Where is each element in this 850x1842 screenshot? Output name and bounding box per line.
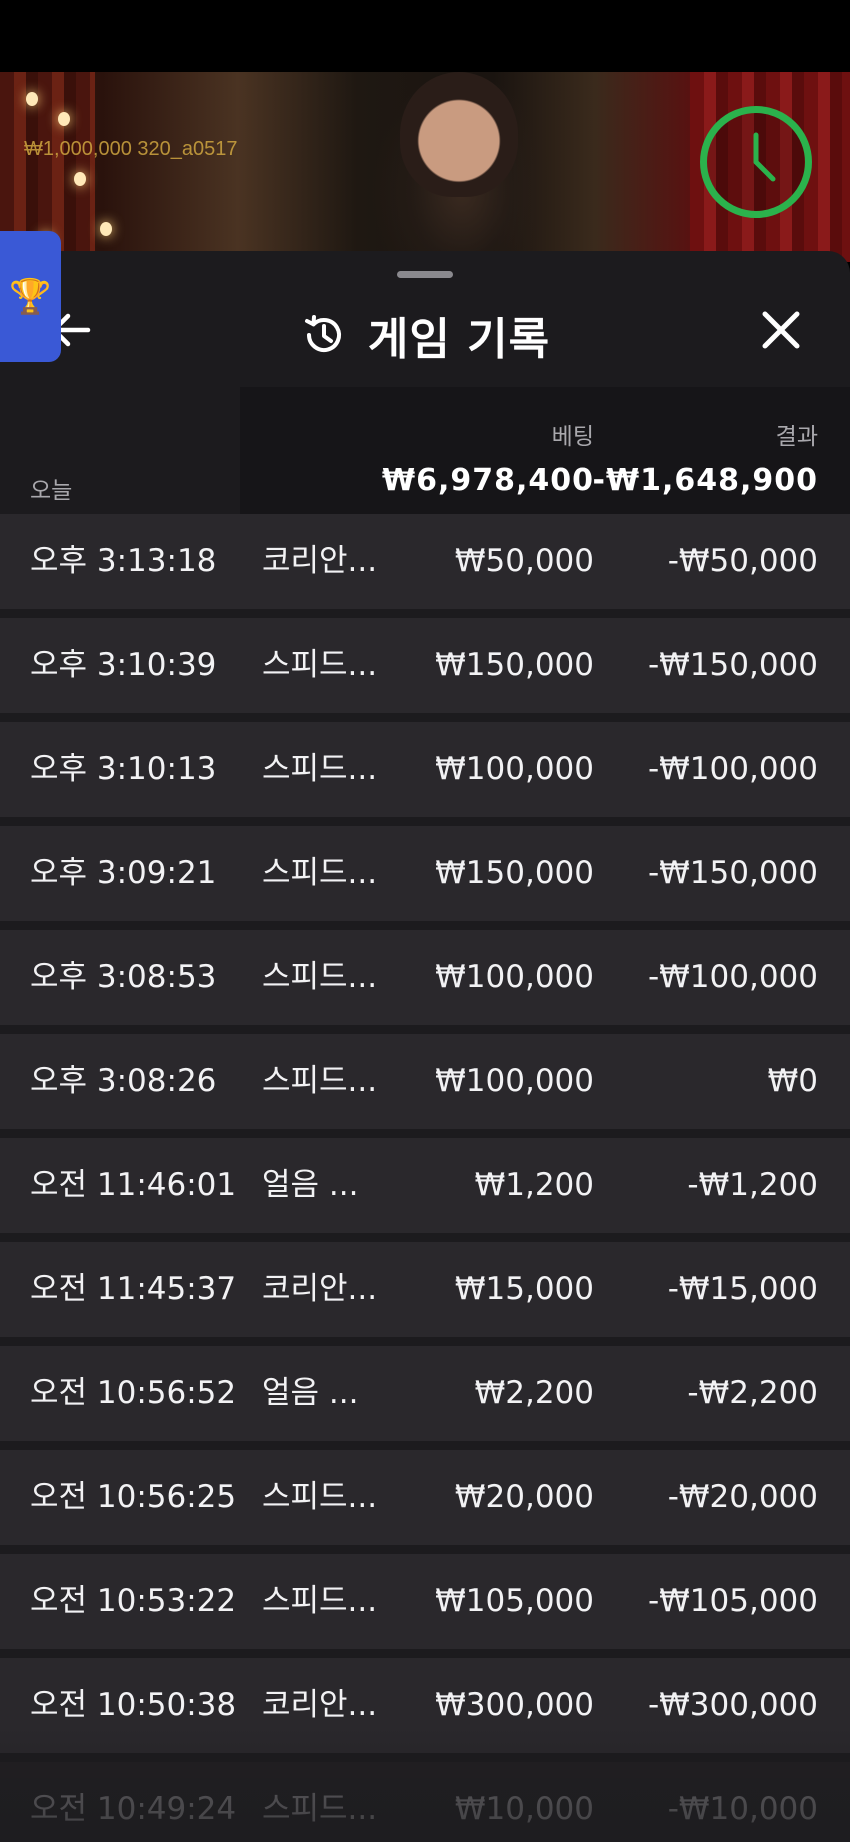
row-bet-amount: ₩150,000 [435, 647, 594, 683]
row-game-name: 스피드... [262, 855, 378, 891]
history-row[interactable]: 오후 3:13:18 코리안... ₩50,000 -₩50,000 [0, 514, 850, 609]
history-row[interactable]: 오전 10:50:38 코리안... ₩300,000 -₩300,000 [0, 1658, 850, 1753]
row-game-name: 스피드... [262, 959, 378, 995]
light-bulb [100, 222, 112, 236]
row-result-amount: ₩0 [767, 1063, 818, 1099]
row-bet-amount: ₩150,000 [435, 855, 594, 891]
live-video-feed: ₩1,000,000 320_a0517 [0, 72, 850, 262]
row-result-amount: -₩300,000 [647, 1687, 818, 1723]
row-bet-amount: ₩300,000 [435, 1687, 594, 1723]
row-game-name: 코리안... [262, 543, 378, 579]
summary-header: 베팅 결과 오늘 ₩6,978,400 -₩1,648,900 [0, 387, 850, 514]
close-icon [762, 311, 800, 349]
history-row[interactable]: 오후 3:10:39 스피드... ₩150,000 -₩150,000 [0, 618, 850, 713]
trophy-icon: 🏆 [9, 276, 52, 317]
row-time: 오후 3:13:18 [30, 543, 217, 579]
bet-total: ₩6,978,400 [381, 463, 594, 498]
panel-header: 게임 기록 [0, 303, 850, 367]
row-time: 오후 3:08:53 [30, 959, 217, 995]
game-history-panel: 게임 기록 베팅 결과 오늘 ₩6,978,400 -₩1,648,900 오후… [0, 251, 850, 1842]
row-time: 오전 10:50:38 [30, 1687, 237, 1723]
row-bet-amount: ₩20,000 [454, 1479, 594, 1515]
row-result-amount: -₩15,000 [667, 1271, 818, 1307]
row-game-name: 스피드... [262, 1583, 378, 1619]
row-game-name: 코리안... [262, 1687, 378, 1723]
history-row[interactable]: 오전 10:56:25 스피드... ₩20,000 -₩20,000 [0, 1450, 850, 1545]
result-total: -₩1,648,900 [592, 463, 818, 498]
row-result-amount: -₩105,000 [647, 1583, 818, 1619]
row-time: 오후 3:10:13 [30, 751, 217, 787]
row-bet-amount: ₩10,000 [454, 1791, 594, 1827]
history-row[interactable]: 오전 11:45:37 코리안... ₩15,000 -₩15,000 [0, 1242, 850, 1337]
leaderboard-tab[interactable]: 🏆 [0, 231, 61, 362]
table-info: ₩1,000,000 320_a0517 [24, 138, 238, 160]
history-row[interactable]: 오전 10:53:22 스피드... ₩105,000 -₩105,000 [0, 1554, 850, 1649]
drag-handle[interactable] [397, 271, 453, 278]
close-button[interactable] [756, 305, 806, 355]
row-time: 오후 3:10:39 [30, 647, 217, 683]
row-time: 오전 11:46:01 [30, 1167, 237, 1203]
row-time: 오전 10:56:25 [30, 1479, 237, 1515]
row-result-amount: -₩1,200 [687, 1167, 818, 1203]
history-row[interactable]: 오전 10:49:24 스피드... ₩10,000 -₩10,000 [0, 1762, 850, 1842]
history-row[interactable]: 오전 10:56:52 얼음 ... ₩2,200 -₩2,200 [0, 1346, 850, 1441]
row-bet-amount: ₩50,000 [454, 543, 594, 579]
row-result-amount: -₩10,000 [667, 1791, 818, 1827]
row-time: 오전 10:56:52 [30, 1375, 237, 1411]
row-time: 오후 3:09:21 [30, 855, 217, 891]
row-game-name: 얼음 ... [262, 1167, 359, 1203]
row-time: 오전 10:53:22 [30, 1583, 237, 1619]
history-row[interactable]: 오후 3:08:53 스피드... ₩100,000 -₩100,000 [0, 930, 850, 1025]
row-time: 오전 10:49:24 [30, 1791, 237, 1827]
row-bet-amount: ₩105,000 [435, 1583, 594, 1619]
history-row[interactable]: 오전 11:46:01 얼음 ... ₩1,200 -₩1,200 [0, 1138, 850, 1233]
row-game-name: 스피드... [262, 647, 378, 683]
light-bulb [26, 92, 38, 106]
row-bet-amount: ₩100,000 [435, 751, 594, 787]
history-row[interactable]: 오후 3:10:13 스피드... ₩100,000 -₩100,000 [0, 722, 850, 817]
date-group-label: 오늘 [30, 478, 73, 504]
presenter-head [400, 72, 518, 197]
row-game-name: 스피드... [262, 1791, 378, 1827]
history-icon [304, 315, 341, 352]
history-row[interactable]: 오후 3:08:26 스피드... ₩100,000 ₩0 [0, 1034, 850, 1129]
row-game-name: 스피드... [262, 751, 378, 787]
row-bet-amount: ₩100,000 [435, 1063, 594, 1099]
column-header-result: 결과 [775, 424, 818, 450]
row-game-name: 스피드... [262, 1063, 378, 1099]
row-bet-amount: ₩100,000 [435, 959, 594, 995]
row-result-amount: -₩100,000 [647, 959, 818, 995]
row-game-name: 스피드... [262, 1479, 378, 1515]
row-result-amount: -₩150,000 [647, 647, 818, 683]
page-title: 게임 기록 [367, 314, 551, 365]
light-bulb [58, 112, 70, 126]
row-bet-amount: ₩15,000 [454, 1271, 594, 1307]
light-bulb [74, 172, 86, 186]
row-game-name: 코리안... [262, 1271, 378, 1307]
row-bet-amount: ₩1,200 [474, 1167, 594, 1203]
clock-timer-icon [700, 106, 812, 218]
row-result-amount: -₩100,000 [647, 751, 818, 787]
row-time: 오전 11:45:37 [30, 1271, 237, 1307]
row-bet-amount: ₩2,200 [474, 1375, 594, 1411]
row-result-amount: -₩2,200 [687, 1375, 818, 1411]
row-result-amount: -₩20,000 [667, 1479, 818, 1515]
row-game-name: 얼음 ... [262, 1375, 359, 1411]
history-row[interactable]: 오후 3:09:21 스피드... ₩150,000 -₩150,000 [0, 826, 850, 921]
row-result-amount: -₩50,000 [667, 543, 818, 579]
status-bar [0, 0, 850, 72]
row-time: 오후 3:08:26 [30, 1063, 217, 1099]
column-header-bet: 베팅 [551, 424, 594, 450]
history-list: 오후 3:13:18 코리안... ₩50,000 -₩50,000 오후 3:10:3… [0, 514, 850, 1842]
row-result-amount: -₩150,000 [647, 855, 818, 891]
